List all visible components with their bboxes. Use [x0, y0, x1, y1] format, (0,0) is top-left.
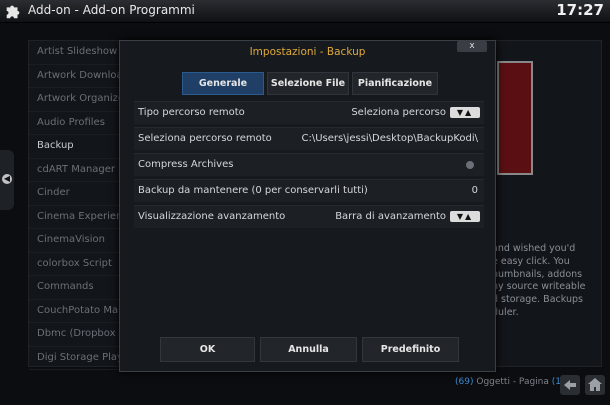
puzzle-icon: [6, 5, 20, 19]
setting-value: 0: [471, 185, 478, 196]
list-item[interactable]: Cinema Experience: [29, 206, 129, 229]
radio-toggle-icon[interactable]: [466, 161, 474, 169]
setting-value: Seleziona percorso: [351, 107, 446, 118]
home-icon: [588, 378, 602, 391]
window-title: Add-on - Add-on Programmi: [28, 3, 195, 17]
tab-generale[interactable]: Generale: [182, 72, 264, 95]
list-item[interactable]: CinemaVision: [29, 229, 129, 253]
list-item[interactable]: Commands: [29, 276, 129, 300]
footer-label: Oggetti - Pagina: [476, 377, 549, 387]
list-item[interactable]: CouchPotato Manu: [29, 300, 129, 323]
list-item[interactable]: Artwork Downloade: [29, 65, 129, 88]
page-footer: (69) Oggetti - Pagina (1/5): [455, 377, 573, 387]
setting-row-backups-to-keep[interactable]: Backup da mantenere (0 per conservarli t…: [134, 179, 484, 202]
clock: 17:27: [556, 1, 604, 19]
list-item[interactable]: colorbox Script: [29, 253, 129, 276]
list-item[interactable]: Backup: [29, 135, 129, 159]
addon-description: and wished you'd e easy click. You humbn…: [492, 243, 586, 318]
setting-value: C:\Users\jessi\Desktop\BackupKodi\: [301, 133, 478, 144]
addon-list: Artist Slideshow H Artwork Downloade Art…: [28, 40, 130, 370]
setting-row-compress-archives[interactable]: Compress Archives: [134, 153, 484, 176]
list-item[interactable]: Cinder: [29, 182, 129, 206]
list-item[interactable]: Audio Profiles: [29, 112, 129, 135]
chevron-left-icon: ◀: [2, 174, 12, 184]
side-menu-handle[interactable]: ◀: [0, 150, 14, 210]
spinner-control[interactable]: ▼▲: [450, 211, 480, 222]
list-item[interactable]: Dbmc (Dropbox add: [29, 323, 129, 347]
home-button[interactable]: [585, 375, 605, 395]
setting-row-remote-path[interactable]: Seleziona percorso remoto C:\Users\jessi…: [134, 127, 484, 150]
back-button[interactable]: [560, 375, 580, 395]
dialog-title: Impostazioni - Backup: [249, 46, 366, 58]
cancel-button[interactable]: Annulla: [260, 337, 357, 362]
setting-row-remote-type[interactable]: Tipo percorso remoto Seleziona percorso …: [134, 101, 484, 124]
addon-thumbnail: [497, 61, 533, 175]
spinner-control[interactable]: ▼▲: [450, 107, 480, 118]
tab-selezione-file[interactable]: Selezione File: [267, 72, 349, 95]
setting-label: Seleziona percorso remoto: [138, 133, 272, 144]
setting-label: Tipo percorso remoto: [138, 107, 245, 118]
list-item[interactable]: cdART Manager: [29, 159, 129, 182]
list-item[interactable]: Digi Storage Player: [29, 347, 129, 370]
back-arrow-icon: [564, 380, 576, 390]
setting-label: Backup da mantenere (0 per conservarli t…: [138, 185, 368, 196]
list-item[interactable]: Artwork Organizer: [29, 88, 129, 112]
ok-button[interactable]: OK: [160, 337, 255, 362]
item-count: (69): [455, 377, 474, 387]
tab-pianificazione[interactable]: Pianificazione: [352, 72, 438, 95]
setting-value: Barra di avanzamento: [335, 211, 446, 222]
top-bar: Add-on - Add-on Programmi 17:27: [0, 0, 610, 23]
setting-label: Visualizzazione avanzamento: [138, 211, 286, 222]
list-item[interactable]: Artist Slideshow H: [29, 41, 129, 65]
default-button[interactable]: Predefinito: [362, 337, 459, 362]
setting-row-progress-display[interactable]: Visualizzazione avanzamento Barra di ava…: [134, 205, 484, 228]
close-button[interactable]: x: [457, 41, 487, 52]
settings-dialog: Impostazioni - Backup x Generale Selezio…: [119, 40, 496, 372]
setting-label: Compress Archives: [138, 159, 234, 170]
